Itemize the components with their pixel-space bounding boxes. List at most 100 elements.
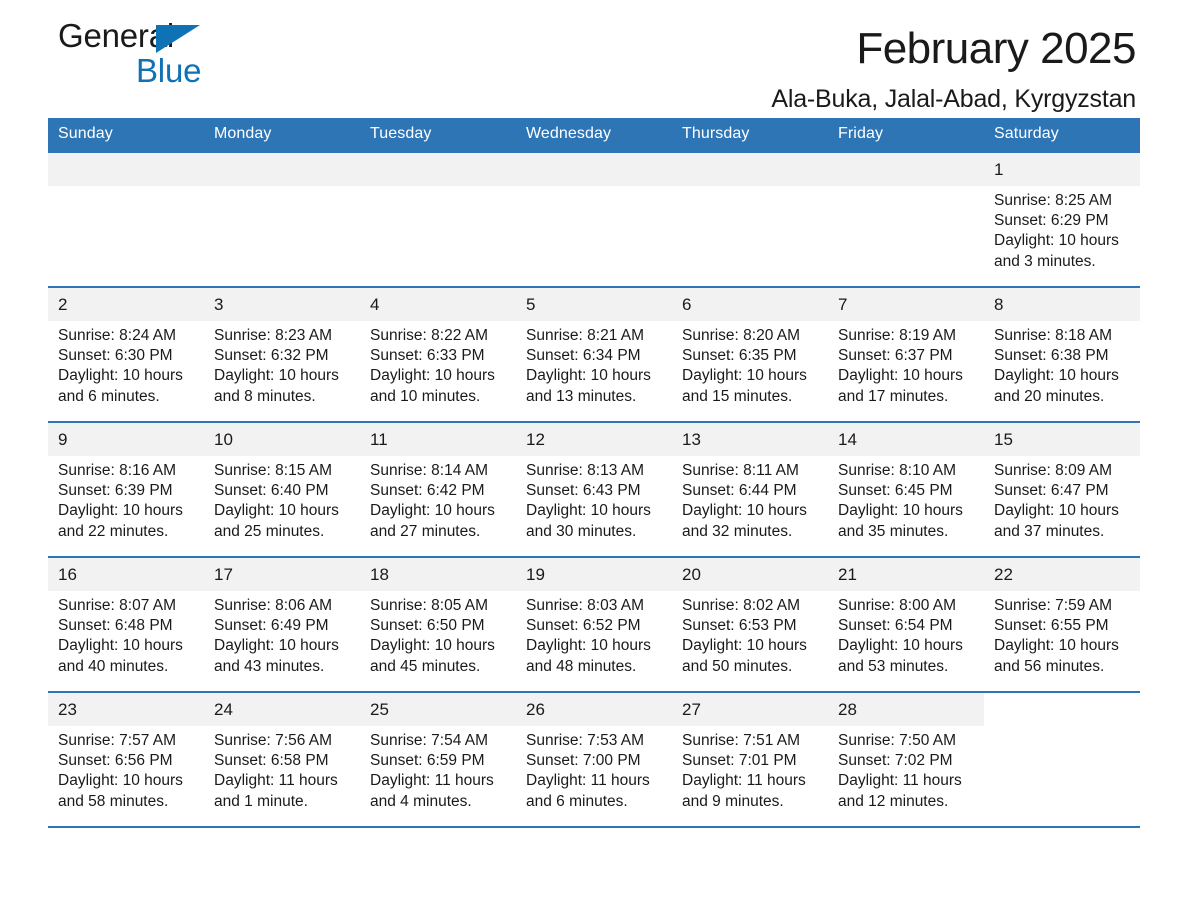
day-cell: 21 Sunrise: 8:00 AM Sunset: 6:54 PM Dayligh… xyxy=(828,558,984,691)
day-details: Sunrise: 8:20 AM Sunset: 6:35 PM Daylight:… xyxy=(672,321,828,407)
day-number: 28 xyxy=(828,693,984,726)
sunrise-text: Sunrise: 8:06 AM xyxy=(214,597,333,614)
logo-text-blue: Blue xyxy=(136,52,202,89)
day-cell: 1 Sunrise: 8:25 AM Sunset: 6:29 PM Daylight… xyxy=(984,153,1140,286)
sunset-text: Sunset: 6:45 PM xyxy=(838,482,953,500)
calendar-cell[interactable]: 1 Sunrise: 8:25 AM Sunset: 6:29 PM Daylight… xyxy=(984,151,1140,287)
day-cell: 2 Sunrise: 8:24 AM Sunset: 6:30 PM Daylight… xyxy=(48,288,204,421)
weekday-header-thursday: Thursday xyxy=(672,118,828,152)
day-cell: 11 Sunrise: 8:14 AM Sunset: 6:42 PM Dayligh… xyxy=(360,423,516,556)
day-details: Sunrise: 7:54 AM Sunset: 6:59 PM Daylight:… xyxy=(360,726,516,812)
calendar-cell[interactable]: 6 Sunrise: 8:20 AM Sunset: 6:35 PM Daylight… xyxy=(672,286,828,422)
day-details: Sunrise: 8:15 AM Sunset: 6:40 PM Daylight:… xyxy=(204,456,360,542)
day-number: 27 xyxy=(672,693,828,726)
sunrise-text: Sunrise: 8:00 AM xyxy=(838,597,957,614)
sunrise-text: Sunrise: 8:21 AM xyxy=(526,327,645,344)
daylight-text: Daylight: 10 hours and 56 minutes. xyxy=(994,637,1119,675)
day-cell xyxy=(672,153,828,286)
calendar-header-row: Sunday Monday Tuesday Wednesday Thursday… xyxy=(48,118,1140,152)
calendar-cell[interactable]: 3 Sunrise: 8:23 AM Sunset: 6:32 PM Daylight… xyxy=(204,286,360,422)
day-cell: 14 Sunrise: 8:10 AM Sunset: 6:45 PM Dayligh… xyxy=(828,423,984,556)
day-number: 14 xyxy=(828,423,984,456)
daylight-text: Daylight: 10 hours and 50 minutes. xyxy=(682,637,807,675)
day-details: Sunrise: 8:23 AM Sunset: 6:32 PM Daylight:… xyxy=(204,321,360,407)
calendar-cell[interactable]: 12 Sunrise: 8:13 AM Sunset: 6:43 PM Dayligh… xyxy=(516,421,672,557)
day-number: 20 xyxy=(672,558,828,591)
calendar-cell[interactable]: 15 Sunrise: 8:09 AM Sunset: 6:47 PM Dayligh… xyxy=(984,421,1140,557)
daylight-text: Daylight: 10 hours and 35 minutes. xyxy=(838,502,963,540)
sunset-text: Sunset: 6:54 PM xyxy=(838,617,953,635)
daylight-text: Daylight: 10 hours and 32 minutes. xyxy=(682,502,807,540)
day-cell: 12 Sunrise: 8:13 AM Sunset: 6:43 PM Dayligh… xyxy=(516,423,672,556)
sunrise-text: Sunrise: 8:24 AM xyxy=(58,327,177,344)
calendar-cell[interactable]: 2 Sunrise: 8:24 AM Sunset: 6:30 PM Daylight… xyxy=(48,286,204,422)
sunset-text: Sunset: 6:58 PM xyxy=(214,752,329,770)
calendar-cell[interactable]: 16 Sunrise: 8:07 AM Sunset: 6:48 PM Dayligh… xyxy=(48,556,204,692)
calendar-cell[interactable]: 7 Sunrise: 8:19 AM Sunset: 6:37 PM Daylight… xyxy=(828,286,984,422)
calendar-cell[interactable] xyxy=(672,151,828,287)
calendar-cell[interactable] xyxy=(360,151,516,287)
calendar-cell[interactable]: 28 Sunrise: 7:50 AM Sunset: 7:02 PM Dayligh… xyxy=(828,691,984,828)
day-cell: 9 Sunrise: 8:16 AM Sunset: 6:39 PM Daylight… xyxy=(48,423,204,556)
sunset-text: Sunset: 6:29 PM xyxy=(994,212,1109,230)
calendar-body: 1 Sunrise: 8:25 AM Sunset: 6:29 PM Daylight… xyxy=(48,151,1140,828)
calendar-cell[interactable]: 5 Sunrise: 8:21 AM Sunset: 6:34 PM Daylight… xyxy=(516,286,672,422)
day-number: 8 xyxy=(984,288,1140,321)
day-cell: 19 Sunrise: 8:03 AM Sunset: 6:52 PM Dayligh… xyxy=(516,558,672,691)
calendar-cell[interactable] xyxy=(48,151,204,287)
calendar-cell[interactable] xyxy=(828,151,984,287)
day-details: Sunrise: 8:19 AM Sunset: 6:37 PM Daylight:… xyxy=(828,321,984,407)
calendar-cell[interactable]: 14 Sunrise: 8:10 AM Sunset: 6:45 PM Dayligh… xyxy=(828,421,984,557)
calendar-cell[interactable]: 21 Sunrise: 8:00 AM Sunset: 6:54 PM Dayligh… xyxy=(828,556,984,692)
calendar-cell[interactable]: 17 Sunrise: 8:06 AM Sunset: 6:49 PM Dayligh… xyxy=(204,556,360,692)
daylight-text: Daylight: 10 hours and 30 minutes. xyxy=(526,502,651,540)
calendar-cell[interactable]: 24 Sunrise: 7:56 AM Sunset: 6:58 PM Dayligh… xyxy=(204,691,360,828)
daylight-text: Daylight: 10 hours and 43 minutes. xyxy=(214,637,339,675)
day-number: 4 xyxy=(360,288,516,321)
calendar-cell[interactable]: 27 Sunrise: 7:51 AM Sunset: 7:01 PM Dayligh… xyxy=(672,691,828,828)
sunset-text: Sunset: 6:39 PM xyxy=(58,482,173,500)
day-details: Sunrise: 8:09 AM Sunset: 6:47 PM Daylight:… xyxy=(984,456,1140,542)
day-number: 11 xyxy=(360,423,516,456)
sunrise-text: Sunrise: 8:07 AM xyxy=(58,597,177,614)
calendar-cell[interactable] xyxy=(516,151,672,287)
day-details: Sunrise: 8:18 AM Sunset: 6:38 PM Daylight:… xyxy=(984,321,1140,407)
calendar-cell[interactable]: 26 Sunrise: 7:53 AM Sunset: 7:00 PM Dayligh… xyxy=(516,691,672,828)
sunrise-text: Sunrise: 8:10 AM xyxy=(838,462,957,479)
sunset-text: Sunset: 6:56 PM xyxy=(58,752,173,770)
sunrise-text: Sunrise: 8:13 AM xyxy=(526,462,645,479)
calendar-cell[interactable]: 20 Sunrise: 8:02 AM Sunset: 6:53 PM Dayligh… xyxy=(672,556,828,692)
calendar-cell[interactable]: 23 Sunrise: 7:57 AM Sunset: 6:56 PM Dayligh… xyxy=(48,691,204,828)
calendar-cell[interactable]: 13 Sunrise: 8:11 AM Sunset: 6:44 PM Dayligh… xyxy=(672,421,828,557)
day-cell: 24 Sunrise: 7:56 AM Sunset: 6:58 PM Dayligh… xyxy=(204,693,360,826)
sunrise-text: Sunrise: 7:50 AM xyxy=(838,732,957,749)
day-cell: 27 Sunrise: 7:51 AM Sunset: 7:01 PM Dayligh… xyxy=(672,693,828,826)
day-number: 21 xyxy=(828,558,984,591)
calendar-cell[interactable]: 18 Sunrise: 8:05 AM Sunset: 6:50 PM Dayligh… xyxy=(360,556,516,692)
day-details: Sunrise: 7:53 AM Sunset: 7:00 PM Daylight:… xyxy=(516,726,672,812)
calendar-cell[interactable] xyxy=(984,691,1140,828)
day-details: Sunrise: 8:16 AM Sunset: 6:39 PM Daylight:… xyxy=(48,456,204,542)
sunset-text: Sunset: 6:32 PM xyxy=(214,347,329,365)
calendar-cell[interactable]: 11 Sunrise: 8:14 AM Sunset: 6:42 PM Dayligh… xyxy=(360,421,516,557)
calendar-cell[interactable]: 10 Sunrise: 8:15 AM Sunset: 6:40 PM Dayligh… xyxy=(204,421,360,557)
day-number: 10 xyxy=(204,423,360,456)
daylight-text: Daylight: 10 hours and 25 minutes. xyxy=(214,502,339,540)
calendar-cell[interactable]: 25 Sunrise: 7:54 AM Sunset: 6:59 PM Dayligh… xyxy=(360,691,516,828)
calendar-cell[interactable]: 9 Sunrise: 8:16 AM Sunset: 6:39 PM Daylight… xyxy=(48,421,204,557)
calendar-cell[interactable]: 19 Sunrise: 8:03 AM Sunset: 6:52 PM Dayligh… xyxy=(516,556,672,692)
day-number xyxy=(828,153,984,186)
calendar-cell[interactable] xyxy=(204,151,360,287)
calendar-cell[interactable]: 22 Sunrise: 7:59 AM Sunset: 6:55 PM Dayligh… xyxy=(984,556,1140,692)
daylight-text: Daylight: 10 hours and 17 minutes. xyxy=(838,367,963,405)
calendar-cell[interactable]: 8 Sunrise: 8:18 AM Sunset: 6:38 PM Daylight… xyxy=(984,286,1140,422)
daylight-text: Daylight: 11 hours and 9 minutes. xyxy=(682,772,806,810)
sunrise-text: Sunrise: 8:19 AM xyxy=(838,327,957,344)
calendar-cell[interactable]: 4 Sunrise: 8:22 AM Sunset: 6:33 PM Daylight… xyxy=(360,286,516,422)
daylight-text: Daylight: 10 hours and 22 minutes. xyxy=(58,502,183,540)
day-number: 22 xyxy=(984,558,1140,591)
daylight-text: Daylight: 10 hours and 6 minutes. xyxy=(58,367,183,405)
calendar-week-row: 23 Sunrise: 7:57 AM Sunset: 6:56 PM Dayligh… xyxy=(48,691,1140,828)
weekday-header-wednesday: Wednesday xyxy=(516,118,672,152)
day-number: 17 xyxy=(204,558,360,591)
